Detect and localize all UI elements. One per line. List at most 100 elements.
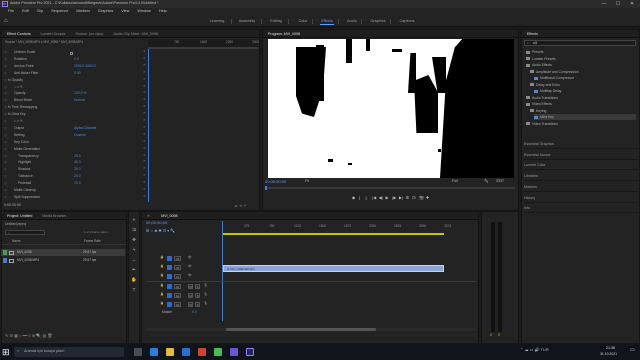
effect-folder[interactable]: Audio Effects [526, 62, 552, 68]
reset-icon[interactable]: ↺ [143, 167, 146, 170]
tab-program[interactable]: Program: MVI_0098 [263, 30, 305, 37]
transport-button[interactable]: ⊟ [412, 196, 415, 200]
track-name[interactable]: A2 [174, 293, 181, 298]
project-search-input[interactable]: ⌕ [5, 230, 45, 235]
reset-icon[interactable]: ↺ [143, 160, 146, 163]
tab-project-untitled[interactable]: Project: Untitled [2, 212, 37, 219]
effect-property-row[interactable]: ◷ Matte Cleanup [2, 188, 147, 194]
timeline-scrollbar[interactable] [146, 328, 476, 331]
track-name[interactable]: V3 [174, 256, 181, 261]
lock-icon[interactable]: 🔒 [160, 265, 164, 268]
track-target-button[interactable] [167, 256, 172, 261]
ripple-edit-tool-icon[interactable]: ✥ [131, 237, 137, 243]
lock-icon[interactable]: 🔒 [160, 284, 164, 287]
timeline-tool-icons[interactable]: ⊞ ∩ ⬥ ✱ ⊟ ▾ 🔧 [146, 229, 175, 233]
workspace-assembly[interactable]: Assembly [235, 15, 259, 27]
microphone-icon[interactable]: 🎙 [204, 293, 208, 296]
reset-icon[interactable]: ↺ [143, 70, 146, 74]
type-tool-icon[interactable]: T [131, 287, 137, 293]
eye-icon[interactable]: 👁 [188, 265, 192, 268]
timeline-close-icon[interactable]: ✕ [142, 212, 155, 219]
reset-icon[interactable]: ↺ [143, 146, 146, 150]
effect-property-row[interactable]: ◷ Anti-flicker Filter 0.00 [2, 71, 147, 77]
minimize-button[interactable]: — [598, 0, 610, 8]
tab-effect-controls[interactable]: Effect Controls [2, 30, 36, 37]
taskbar-search-input[interactable]: ⌕ Aramak için buraya yazın [14, 347, 124, 357]
effect-property-row[interactable]: ◷ Key Color [2, 140, 147, 146]
effect-property-row[interactable]: ◷ Uniform Scale [2, 50, 147, 56]
mute-button[interactable]: M [188, 284, 193, 289]
transport-button[interactable]: ✚ [426, 196, 429, 200]
master-track-value[interactable]: 0.0 [192, 310, 197, 314]
track-target-button[interactable] [167, 302, 172, 307]
store-icon[interactable] [182, 348, 190, 356]
project-item[interactable]: MVI_0098 29.97 fps [1, 249, 125, 256]
lock-icon[interactable]: 🔒 [160, 293, 164, 296]
menu-view[interactable]: View [121, 8, 129, 15]
program-scrubber[interactable] [265, 186, 515, 190]
workspace-audio[interactable]: Audio [345, 15, 359, 27]
panel-markers[interactable]: Markers [524, 183, 638, 192]
property-value[interactable]: 29.0 [74, 167, 81, 173]
reset-icon[interactable]: ↺ [143, 125, 146, 129]
effect-item[interactable]: Ultra Key [534, 114, 636, 120]
reset-icon[interactable]: ↺ [143, 98, 146, 101]
stopwatch-icon[interactable]: ◷ [4, 133, 7, 139]
effect-item[interactable]: Multiband Compressor [534, 75, 574, 81]
discord-icon[interactable] [230, 348, 238, 356]
effect-property-row[interactable]: ◷ fx Opacity [2, 78, 147, 84]
workspace-graphics[interactable]: Graphics [368, 15, 388, 27]
microphone-icon[interactable]: 🎙 [204, 302, 208, 305]
audio-track-header[interactable]: 🔒 A2 M S 🎙 [160, 292, 220, 299]
solo-button[interactable]: S [195, 302, 200, 307]
panel-lumetri-color[interactable]: Lumetri Color [524, 161, 638, 171]
workspace-effects[interactable]: Effects [318, 15, 336, 27]
mute-button[interactable]: M [188, 293, 193, 298]
track-name[interactable]: V2 [174, 265, 181, 270]
filter-icon[interactable]: ⊿ ⇥ ↗ [234, 204, 246, 208]
stopwatch-icon[interactable]: ◷ [4, 154, 7, 160]
reset-icon[interactable]: ↺ [143, 194, 146, 198]
notifications-icon[interactable]: ▭ [630, 348, 635, 353]
panel-info[interactable]: Info [524, 204, 638, 214]
panel-essential-graphics[interactable]: Essential Graphics [524, 140, 638, 149]
menu-edit[interactable]: Edit [22, 8, 29, 15]
stopwatch-icon[interactable]: ◷ [4, 174, 7, 180]
whatsapp-icon[interactable] [214, 348, 222, 356]
effect-folder[interactable]: Audio Transitions [526, 95, 558, 101]
lock-icon[interactable]: 🔒 [160, 256, 164, 259]
reset-icon[interactable]: ↺ [143, 118, 146, 122]
video-track-header[interactable]: 🔒 V1 👁 [160, 273, 220, 280]
column-name[interactable]: Name [12, 239, 21, 243]
zoom-select[interactable]: Fit [305, 179, 309, 184]
tab-sequence[interactable]: MVI_0098 [156, 212, 182, 219]
selection-tool-icon[interactable]: ➤ [131, 217, 137, 223]
effect-property-row[interactable]: ◷ Transparency 29.0 [2, 154, 147, 160]
audio-track-header[interactable]: 🔒 A3 M S 🎙 [160, 301, 220, 308]
eye-icon[interactable]: 👁 [188, 256, 192, 259]
solo-button[interactable]: S [195, 293, 200, 298]
stopwatch-icon[interactable]: ◷ [4, 119, 7, 125]
transport-button[interactable]: ⊞ [406, 196, 409, 200]
reset-icon[interactable]: ↺ [143, 49, 146, 53]
reset-icon[interactable]: ↺ [143, 173, 146, 177]
transport-button[interactable]: { [359, 196, 360, 200]
menu-markers[interactable]: Markers [76, 8, 90, 15]
edge-icon[interactable] [150, 348, 158, 356]
effect-property-row[interactable]: ◷ Opacity 100.0 % [2, 91, 147, 97]
track-name[interactable]: A3 [174, 302, 181, 307]
tab-lumetri-scopes[interactable]: Lumetri Scopes [36, 30, 71, 37]
reset-icon[interactable]: ↺ [143, 111, 146, 115]
effect-folder[interactable]: Amplitude and Compression [530, 69, 579, 75]
property-value[interactable]: 10.0 [74, 181, 81, 187]
panel-history[interactable]: History [524, 194, 638, 203]
menu-graphics[interactable]: Graphics [98, 8, 113, 15]
effect-property-row[interactable]: ◷ Blend Mode Normal [2, 98, 147, 104]
effect-folder[interactable]: Presets [526, 49, 544, 55]
property-checkbox[interactable] [70, 51, 73, 55]
property-value[interactable]: 0.0 [74, 57, 79, 63]
property-value[interactable]: Normal [74, 98, 85, 104]
reset-icon[interactable]: ↺ [143, 84, 146, 88]
project-bottom-toolbar[interactable]: ✎ ☰ ▦ ○ ━━ ≡ ⊕ 🔍 ▤ 🗑 [5, 334, 52, 338]
transport-button[interactable]: ◀| [379, 196, 383, 200]
